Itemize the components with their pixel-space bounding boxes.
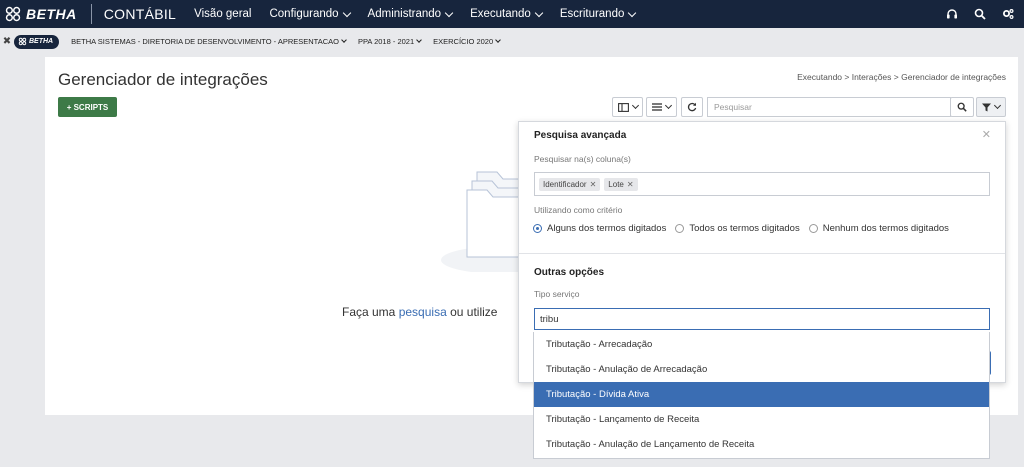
nav-executando[interactable]: Executando: [470, 8, 544, 20]
column-tag: Identificador ✕: [539, 177, 601, 191]
radio-option-nenhum[interactable]: Nenhum dos termos digitados: [808, 223, 949, 234]
radio-empty-icon: [808, 224, 818, 233]
ppa-label: PPA 2018 - 2021: [357, 37, 415, 46]
entity-label: BETHA SISTEMAS - DIRETORIA DE DESENVOLVI…: [71, 37, 339, 46]
brand-divider: [90, 4, 92, 24]
nav-configurando[interactable]: Configurando: [269, 8, 351, 20]
service-type-label: Tipo serviço: [534, 289, 580, 299]
radio-label: Alguns dos termos digitados: [547, 223, 667, 234]
betha-logo[interactable]: BETHA: [0, 0, 77, 28]
radio-empty-icon: [675, 224, 685, 233]
close-icon[interactable]: ✖: [2, 36, 12, 47]
empty-state-message: Faça uma pesquisa ou utilize: [342, 305, 497, 319]
section-divider: [519, 253, 1005, 254]
radio-selected-icon: [533, 224, 542, 233]
chevron-down-icon: [341, 37, 347, 43]
dropdown-option[interactable]: Tributação - Anulação de Lançamento de R…: [534, 432, 989, 457]
chevron-down-icon: [628, 8, 637, 17]
tag-label: Lote: [608, 179, 624, 189]
page-title: Gerenciador de integrações: [58, 70, 268, 89]
other-options-title: Outras opções: [534, 267, 605, 278]
empty-text-prefix: Faça uma: [342, 305, 399, 319]
empty-text-suffix: ou utilize: [446, 305, 498, 319]
list-icon: [652, 103, 662, 111]
search-input[interactable]: [707, 97, 951, 117]
filter-icon: [982, 103, 991, 111]
dropdown-option[interactable]: Tributação - Arrecadação: [534, 332, 989, 357]
search-button[interactable]: [950, 97, 974, 117]
betha-logo-icon: [5, 6, 21, 22]
dropdown-option[interactable]: Tributação - Anulação de Arrecadação: [534, 357, 989, 382]
close-icon[interactable]: ✕: [982, 128, 991, 141]
topbar-actions: [946, 0, 1014, 28]
remove-tag-icon[interactable]: ✕: [627, 180, 634, 189]
gears-icon[interactable]: [1002, 8, 1014, 20]
radio-option-todos[interactable]: Todos os termos digitados: [675, 223, 800, 234]
columns-toggle-button[interactable]: [612, 97, 643, 117]
nav-label: Executando: [470, 8, 531, 20]
brand-name: BETHA: [26, 6, 77, 22]
top-navbar: BETHA CONTÁBIL Visão geral Configurando …: [0, 0, 1024, 28]
search-icon[interactable]: [974, 8, 986, 20]
nav-label: Escriturando: [559, 8, 625, 20]
nav-administrando[interactable]: Administrando: [367, 8, 454, 20]
ppa-selector[interactable]: PPA 2018 - 2021: [357, 37, 422, 46]
columns-label: Pesquisar na(s) coluna(s): [534, 154, 631, 164]
radio-label: Nenhum dos termos digitados: [822, 223, 949, 234]
headset-icon[interactable]: [946, 8, 958, 20]
service-type-input[interactable]: [534, 308, 990, 330]
filter-button[interactable]: [976, 97, 1006, 117]
refresh-icon: [687, 102, 697, 112]
exercicio-label: EXERCÍCIO 2020: [433, 37, 494, 46]
chevron-down-icon: [495, 37, 501, 43]
context-badge: BETHA: [14, 34, 60, 49]
chevron-down-icon: [444, 8, 454, 17]
exercicio-selector[interactable]: EXERCÍCIO 2020: [433, 37, 501, 46]
chevron-down-icon: [534, 8, 544, 17]
nav-escriturando[interactable]: Escriturando: [559, 8, 637, 20]
chevron-down-icon: [416, 37, 422, 43]
nav-label: Administrando: [367, 8, 442, 20]
betha-logo-icon: [18, 37, 27, 46]
dropdown-option[interactable]: Tributação - Lançamento de Receita: [534, 407, 989, 432]
service-type-dropdown: Tributação - Arrecadação Tributação - An…: [533, 332, 990, 459]
context-badge-label: BETHA: [29, 38, 54, 45]
chevron-down-icon: [631, 101, 639, 110]
list-options-button[interactable]: [646, 97, 677, 117]
breadcrumb: Executando > Interações > Gerenciador de…: [797, 72, 1006, 82]
remove-tag-icon[interactable]: ✕: [590, 180, 597, 189]
column-tag: Lote ✕: [604, 177, 638, 191]
chevron-down-icon: [993, 101, 1002, 110]
context-bar: ✖ BETHA BETHA SISTEMAS - DIRETORIA DE DE…: [0, 28, 1024, 55]
app-name[interactable]: CONTÁBIL: [104, 6, 176, 22]
radio-option-alguns[interactable]: Alguns dos termos digitados: [533, 223, 666, 234]
nav-visao-geral[interactable]: Visão geral: [194, 8, 251, 20]
columns-icon: [617, 102, 629, 112]
radio-label: Todos os termos digitados: [689, 223, 800, 234]
refresh-button[interactable]: [681, 97, 703, 117]
chevron-down-icon: [664, 101, 673, 110]
criteria-radio-group: Alguns dos termos digitados Todos os ter…: [533, 223, 958, 234]
search-link[interactable]: pesquisa: [399, 305, 447, 319]
columns-tag-input[interactable]: Identificador ✕ Lote ✕: [534, 172, 990, 196]
tag-label: Identificador: [543, 179, 587, 189]
nav-label: Configurando: [269, 8, 339, 20]
dropdown-option-highlighted[interactable]: Tributação - Dívida Ativa: [534, 382, 989, 407]
search-icon: [957, 102, 967, 112]
nav-label: Visão geral: [194, 8, 252, 20]
entity-selector[interactable]: BETHA SISTEMAS - DIRETORIA DE DESENVOLVI…: [71, 37, 347, 46]
chevron-down-icon: [342, 8, 351, 17]
add-scripts-button[interactable]: + SCRIPTS: [58, 97, 117, 117]
advanced-search-title: Pesquisa avançada: [534, 130, 627, 141]
criteria-label: Utilizando como critério: [534, 205, 623, 215]
